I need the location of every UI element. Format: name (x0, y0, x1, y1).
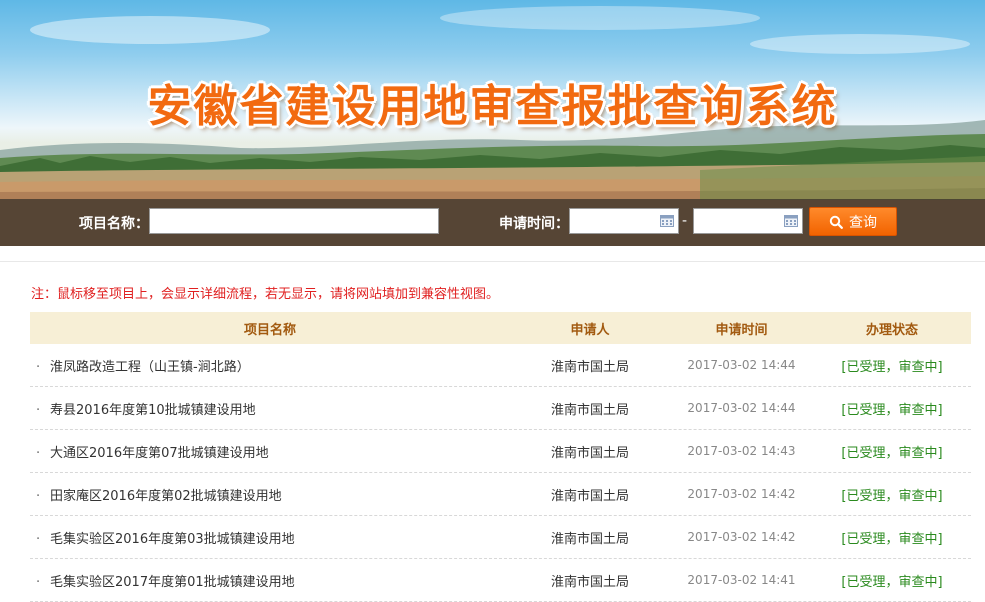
project-name-link[interactable]: 大通区2016年度第07批城镇建设用地 (50, 446, 269, 461)
project-name-link[interactable]: 淮凤路改造工程（山王镇-涧北路） (50, 360, 250, 375)
status-cell: [已受理，审查中] (841, 574, 943, 590)
applicant-cell: 淮南市国土局 (550, 359, 629, 375)
table-row[interactable]: · 淮凤路改造工程（山王镇-涧北路） 淮南市国土局 2017-03-02 14:4… (30, 344, 971, 387)
date-to-field[interactable] (693, 208, 803, 234)
project-name-link[interactable]: 寿县2016年度第10批城镇建设用地 (50, 403, 256, 418)
time-cell: 2017-03-02 14:44 (687, 358, 796, 372)
project-name-link[interactable]: 毛集实验区2016年度第03批城镇建设用地 (50, 532, 295, 547)
status-cell: [已受理，审查中] (841, 402, 943, 418)
project-name-label: 项目名称： (79, 215, 149, 231)
column-header-time: 申请时间 (715, 322, 768, 338)
time-cell: 2017-03-02 14:42 (687, 530, 796, 544)
time-cell: 2017-03-02 14:43 (687, 444, 796, 458)
apply-time-label: 申请时间： (499, 215, 569, 231)
bullet: · (36, 488, 41, 504)
table-header: 项目名称 申请人 申请时间 办理状态 (30, 312, 971, 344)
column-header-name: 项目名称 (243, 322, 296, 338)
bullet: · (36, 445, 41, 461)
status-cell: [已受理，审查中] (841, 445, 943, 461)
date-separator: - (682, 213, 688, 229)
header-banner: 安徽省建设用地审查报批查询系统 项目名称： 申请时间： - 查询 (0, 0, 985, 246)
column-header-applicant: 申请人 (570, 322, 610, 338)
bullet: · (36, 402, 41, 418)
project-name-link[interactable]: 毛集实验区2017年度第01批城镇建设用地 (50, 575, 295, 590)
search-button[interactable]: 查询 (809, 207, 897, 236)
bullet: · (36, 359, 41, 375)
table-row[interactable]: · 寿县2016年度第10批城镇建设用地 淮南市国土局 2017-03-02 14… (30, 387, 971, 430)
results-table: 项目名称 申请人 申请时间 办理状态 · 淮凤路改造工程（山王镇-涧北路） 淮南市… (30, 312, 971, 602)
applicant-cell: 淮南市国土局 (550, 488, 629, 504)
date-to-input[interactable] (694, 209, 788, 233)
time-cell: 2017-03-02 14:42 (687, 487, 796, 501)
bullet: · (36, 531, 41, 547)
table-row[interactable]: · 大通区2016年度第07批城镇建设用地 淮南市国土局 2017-03-02 1… (30, 430, 971, 473)
date-from-input[interactable] (570, 209, 664, 233)
table-row[interactable]: · 田家庵区2016年度第02批城镇建设用地 淮南市国土局 2017-03-02 … (30, 473, 971, 516)
project-name-input[interactable] (149, 208, 439, 234)
divider (0, 261, 985, 262)
table-row[interactable]: · 毛集实验区2017年度第01批城镇建设用地 淮南市国土局 2017-03-02… (30, 559, 971, 602)
compatibility-notice: 注：鼠标移至项目上，会显示详细流程，若无显示，请将网站填加到兼容性视图。 (31, 286, 500, 301)
applicant-cell: 淮南市国土局 (550, 574, 629, 590)
applicant-cell: 淮南市国土局 (550, 445, 629, 461)
bullet: · (36, 574, 41, 590)
time-cell: 2017-03-02 14:44 (687, 401, 796, 415)
search-icon (829, 215, 843, 229)
site-title: 安徽省建设用地审查报批查询系统 (147, 81, 838, 132)
date-from-field[interactable] (569, 208, 679, 234)
time-cell: 2017-03-02 14:41 (687, 573, 796, 587)
applicant-cell: 淮南市国土局 (550, 402, 629, 418)
project-name-link[interactable]: 田家庵区2016年度第02批城镇建设用地 (50, 489, 282, 504)
search-button-label: 查询 (849, 213, 877, 230)
applicant-cell: 淮南市国土局 (550, 531, 629, 547)
status-cell: [已受理，审查中] (841, 488, 943, 504)
status-cell: [已受理，审查中] (841, 531, 943, 547)
calendar-icon[interactable] (660, 214, 674, 227)
column-header-status: 办理状态 (865, 322, 918, 338)
search-bar: 项目名称： 申请时间： - 查询 (0, 199, 985, 246)
status-cell: [已受理，审查中] (841, 359, 943, 375)
table-row[interactable]: · 毛集实验区2016年度第03批城镇建设用地 淮南市国土局 2017-03-02… (30, 516, 971, 559)
calendar-icon[interactable] (784, 214, 798, 227)
